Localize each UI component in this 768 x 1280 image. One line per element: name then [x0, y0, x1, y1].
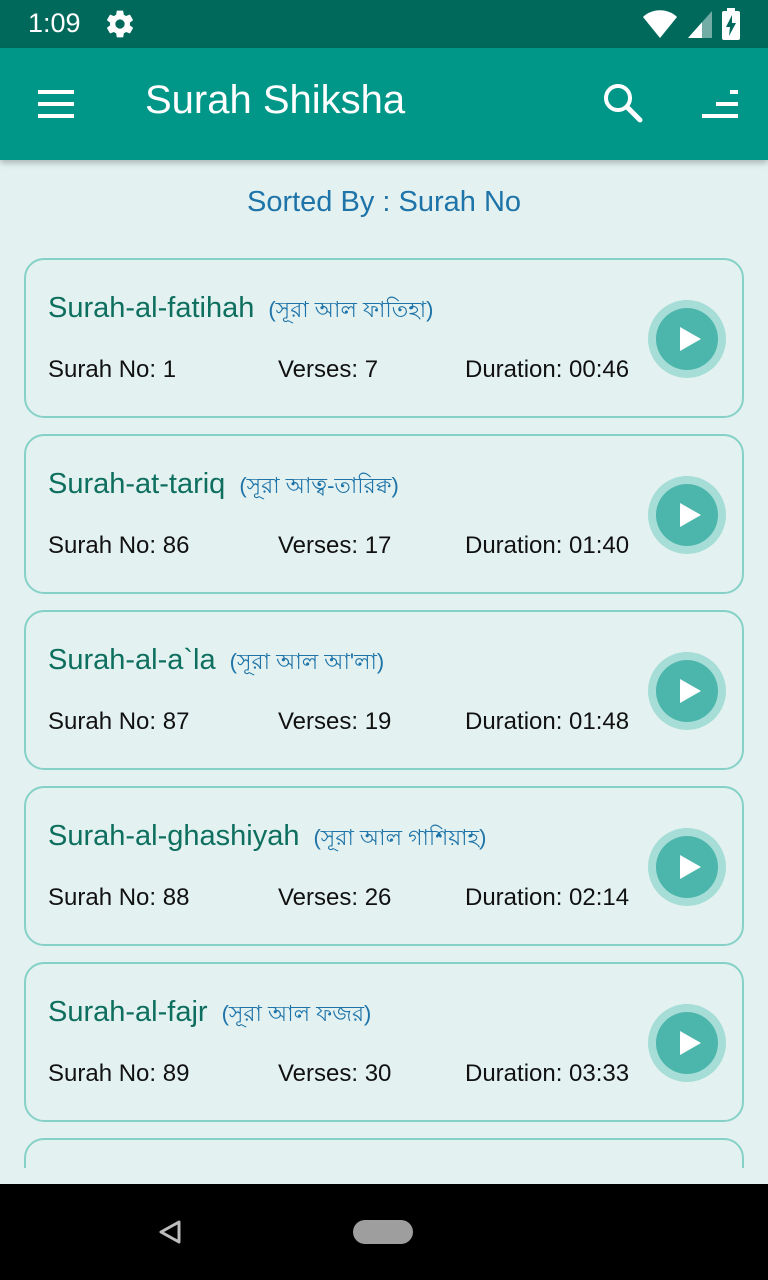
- play-icon: [680, 1031, 701, 1055]
- battery-charging-icon: [722, 8, 740, 40]
- surah-name: Surah-at-tariq: [48, 468, 226, 500]
- app-title: Surah Shiksha: [145, 78, 406, 122]
- surah-list[interactable]: Sorted By : Surah No Surah-al-fatihah (সূ…: [0, 160, 768, 1168]
- surah-duration: Duration: 02:14: [465, 884, 630, 911]
- status-icons: [642, 8, 740, 40]
- surah-verses: Verses: 19: [278, 708, 392, 735]
- surah-title: Surah-at-tariq (সূরা আত্ব-তারিক্ব): [48, 468, 399, 506]
- surah-number: Surah No: 88: [48, 884, 190, 911]
- surah-number: Surah No: 87: [48, 708, 190, 735]
- play-button[interactable]: [648, 828, 726, 906]
- surah-verses: Verses: 26: [278, 884, 392, 911]
- surah-card[interactable]: Surah-al-fajr (সূরা আল ফজর) Surah No: 89 …: [24, 962, 744, 1122]
- surah-number: Surah No: 89: [48, 1060, 190, 1087]
- surah-verses: Verses: 17: [278, 532, 392, 559]
- surah-name: Surah-al-a`la: [48, 644, 216, 676]
- surah-card[interactable]: Surah-al-fatihah (সূরা আল ফাতিহা) Surah N…: [24, 258, 744, 418]
- hamburger-menu-icon[interactable]: [30, 84, 82, 124]
- surah-bangla-name: (সূরা আল ফজর): [221, 1001, 372, 1026]
- app-bar: Surah Shiksha: [0, 48, 768, 160]
- back-triangle-icon[interactable]: [157, 1219, 183, 1245]
- surah-duration: Duration: 01:48: [465, 708, 630, 735]
- play-button[interactable]: [648, 300, 726, 378]
- surah-number: Surah No: 86: [48, 532, 190, 559]
- surah-bangla-name: (সূরা আল গাশিয়াহ): [313, 825, 487, 850]
- surah-card[interactable]: [24, 1138, 744, 1168]
- play-button[interactable]: [648, 1004, 726, 1082]
- play-icon: [680, 855, 701, 879]
- wifi-icon: [643, 10, 677, 38]
- gear-icon: [107, 10, 133, 38]
- surah-card[interactable]: Surah-at-tariq (সূরা আত্ব-তারিক্ব) Surah …: [24, 434, 744, 594]
- surah-name: Surah-al-ghashiyah: [48, 820, 300, 852]
- surah-bangla-name: (সূরা আত্ব-তারিক্ব): [239, 473, 399, 498]
- sort-icon[interactable]: [694, 84, 746, 124]
- surah-card[interactable]: Surah-al-a`la (সূরা আল আ'লা) Surah No: 87…: [24, 610, 744, 770]
- play-button[interactable]: [648, 652, 726, 730]
- surah-title: Surah-al-a`la (সূরা আল আ'লা): [48, 644, 384, 682]
- surah-number: Surah No: 1: [48, 356, 177, 383]
- surah-card[interactable]: Surah-al-ghashiyah (সূরা আল গাশিয়াহ) Sur…: [24, 786, 744, 946]
- home-pill-icon[interactable]: [353, 1220, 413, 1244]
- surah-bangla-name: (সূরা আল আ'লা): [229, 649, 385, 674]
- cellular-signal-icon: [688, 11, 712, 38]
- surah-title: Surah-al-ghashiyah (সূরা আল গাশিয়াহ): [48, 820, 486, 858]
- navigation-bar: [0, 1184, 768, 1280]
- surah-duration: Duration: 00:46: [465, 356, 630, 383]
- play-icon: [680, 679, 701, 703]
- surah-name: Surah-al-fatihah: [48, 292, 255, 324]
- surah-verses: Verses: 30: [278, 1060, 392, 1087]
- status-bar: 1:09: [0, 0, 768, 48]
- surah-title: Surah-al-fajr (সূরা আল ফজর): [48, 996, 371, 1034]
- play-icon: [680, 327, 701, 351]
- surah-name: Surah-al-fajr: [48, 996, 208, 1028]
- search-icon[interactable]: [598, 78, 648, 128]
- surah-bangla-name: (সূরা আল ফাতিহা): [268, 297, 434, 322]
- status-time: 1:09: [28, 8, 81, 38]
- surah-title: Surah-al-fatihah (সূরা আল ফাতিহা): [48, 292, 434, 330]
- surah-verses: Verses: 7: [278, 356, 379, 383]
- surah-duration: Duration: 03:33: [465, 1060, 630, 1087]
- surah-duration: Duration: 01:40: [465, 532, 630, 559]
- play-icon: [680, 503, 701, 527]
- sorted-by-label: Sorted By : Surah No: [246, 186, 522, 218]
- play-button[interactable]: [648, 476, 726, 554]
